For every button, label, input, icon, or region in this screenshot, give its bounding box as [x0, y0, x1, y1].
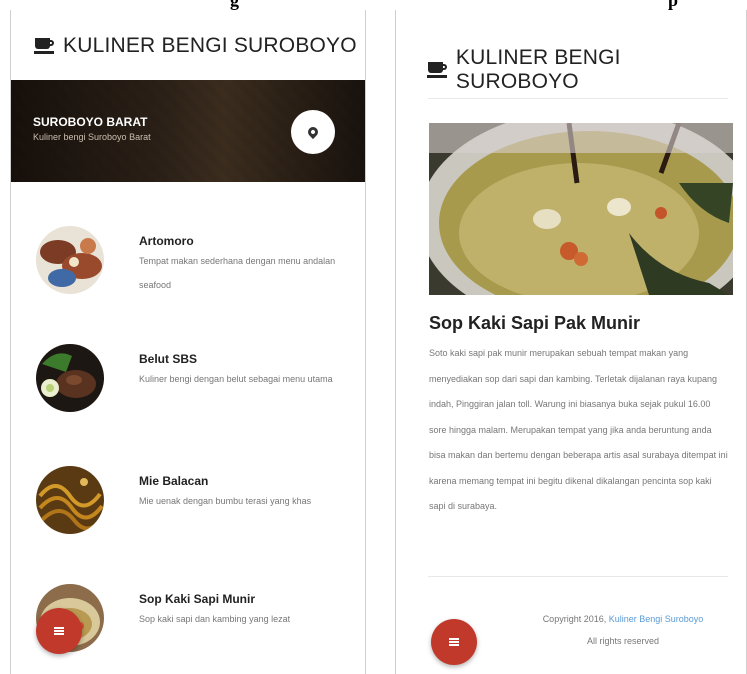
region-subtitle: Kuliner bengi Suroboyo Barat	[33, 132, 151, 142]
rights-text: All rights reserved	[586, 636, 660, 646]
location-button[interactable]	[291, 110, 335, 154]
list-item[interactable]: Belut SBS Kuliner bengi dengan belut seb…	[11, 308, 365, 418]
list-item[interactable]: Mie Balacan Mie uenak dengan bumbu teras…	[11, 430, 365, 540]
footer: Copyright 2016, Kuliner Bengi Suroboyo A…	[528, 614, 718, 646]
app-header: KULINER BENGI SUROBOYO	[11, 10, 365, 78]
figure-caption: g p	[0, 0, 747, 10]
list-item[interactable]: Artomoro Tempat makan sederhana dengan m…	[11, 190, 365, 300]
dish-title: Sop Kaki Sapi Pak Munir	[429, 313, 641, 333]
app-header: KULINER BENGI SUROBOYO	[396, 10, 746, 100]
restaurant-description: Mie uenak dengan bumbu terasi yang khas	[139, 496, 312, 506]
copyright-text: Copyright 2016,	[542, 614, 607, 624]
restaurant-name: Sop Kaki Sapi Munir	[139, 592, 256, 606]
restaurant-description: Kuliner bengi dengan belut sebagai menu …	[139, 374, 333, 384]
menu-icon	[54, 627, 64, 635]
footer-divider	[428, 576, 728, 577]
restaurant-name: Artomoro	[139, 234, 194, 248]
detail-screen: KULINER BENGI SUROBOYO Sop Kaki Sapi Pak…	[395, 10, 747, 674]
menu-fab-button[interactable]	[431, 619, 477, 665]
menu-icon	[449, 638, 459, 646]
restaurant-description: Sop kaki sapi dan kambing yang lezat	[139, 614, 291, 624]
restaurant-description: Tempat makan sederhana dengan menu andal…	[139, 256, 336, 290]
app-title-text: KULINER BENGI SUROBOYO	[63, 34, 357, 57]
app-title-text: KULINER BENGI SUROBOYO	[455, 46, 621, 93]
dish-photo	[429, 123, 733, 295]
app-title[interactable]: KULINER BENGI SUROBOYO	[34, 34, 365, 58]
map-pin-icon	[305, 124, 321, 140]
region-banner: SUROBOYO BARAT Kuliner bengi Suroboyo Ba…	[11, 80, 365, 182]
list-screen: KULINER BENGI SUROBOYO SUROBOYO BARAT Ku…	[10, 10, 366, 674]
app-title[interactable]: KULINER BENGI SUROBOYO	[427, 46, 746, 94]
site-link[interactable]: Kuliner Bengi Suroboyo	[609, 614, 704, 624]
coffee-cup-icon	[34, 38, 55, 54]
restaurant-thumbnail	[36, 344, 104, 412]
restaurant-name: Mie Balacan	[139, 474, 209, 488]
restaurant-thumbnail	[36, 226, 104, 294]
menu-fab-button[interactable]	[36, 608, 82, 654]
restaurant-thumbnail	[36, 466, 104, 534]
coffee-cup-icon	[427, 62, 448, 78]
header-divider	[428, 98, 728, 99]
region-title: SUROBOYO BARAT	[33, 115, 148, 129]
dish-description: Soto kaki sapi pak munir merupakan sebua…	[429, 348, 728, 511]
restaurant-name: Belut SBS	[139, 352, 198, 366]
